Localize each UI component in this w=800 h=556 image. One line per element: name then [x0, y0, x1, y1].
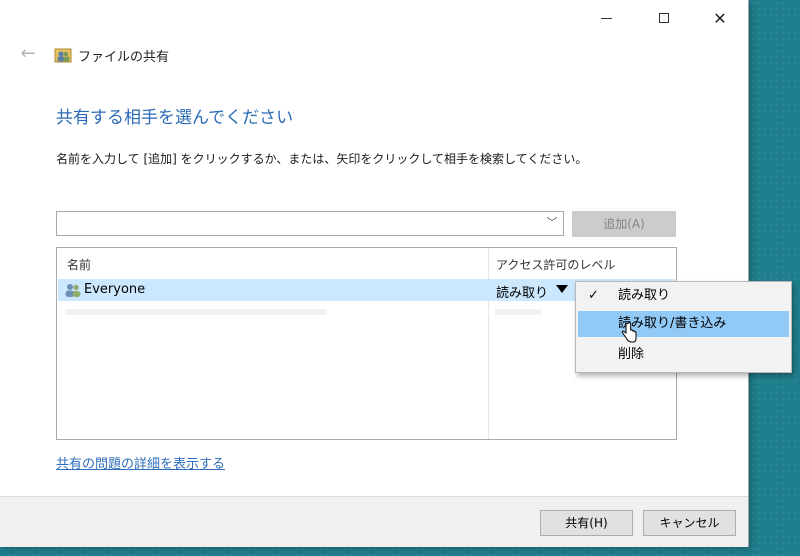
dropdown-arrow-icon[interactable]: [556, 285, 568, 293]
dialog-footer: 共有(H) キャンセル: [0, 496, 748, 547]
add-button[interactable]: 追加(A): [572, 211, 676, 237]
close-button[interactable]: ✕: [703, 6, 737, 30]
menu-item-read[interactable]: ✓ 読み取り: [578, 283, 789, 309]
menu-item-label: 読み取り: [618, 288, 671, 303]
row-access-level[interactable]: 読み取り: [496, 282, 548, 301]
hand-cursor-icon: [621, 322, 637, 343]
share-button[interactable]: 共有(H): [540, 510, 633, 536]
row-name: Everyone: [84, 282, 146, 297]
column-divider: [488, 248, 489, 439]
permission-level-menu: ✓ 読み取り 読み取り/書き込み 削除: [575, 281, 792, 373]
menu-item-read-write[interactable]: 読み取り/書き込み: [578, 311, 789, 337]
back-arrow-icon: ←: [20, 43, 36, 64]
close-icon: ✕: [713, 8, 727, 28]
maximize-icon: [659, 13, 669, 23]
faded-row-ghost: [495, 309, 541, 315]
back-button[interactable]: ←: [16, 42, 40, 66]
minimize-button[interactable]: [589, 6, 623, 30]
minimize-icon: [600, 17, 612, 19]
checkmark-icon: ✓: [588, 288, 599, 303]
column-header-name[interactable]: 名前: [67, 256, 91, 273]
window-title: ファイルの共有: [78, 50, 170, 65]
menu-item-remove[interactable]: 削除: [578, 342, 789, 368]
chevron-down-icon[interactable]: ﹀: [545, 215, 559, 231]
cancel-button[interactable]: キャンセル: [643, 510, 736, 536]
menu-item-label: 削除: [618, 347, 645, 362]
page-heading: 共有する相手を選んでください: [56, 108, 294, 128]
maximize-button[interactable]: [647, 6, 681, 30]
faded-row-ghost: [65, 309, 327, 315]
name-combobox[interactable]: ﹀: [56, 211, 564, 236]
instruction-text: 名前を入力して [追加] をクリックするか、または、矢印をクリックして相手を検索…: [56, 152, 588, 166]
sharing-problems-link[interactable]: 共有の問題の詳細を表示する: [56, 453, 225, 472]
users-group-icon: [65, 284, 81, 297]
column-header-access-level[interactable]: アクセス許可のレベル: [496, 256, 615, 273]
file-sharing-window: ✕ ← ファイルの共有 共有する相手を選んでください 名前を入力して [追加] …: [0, 0, 749, 547]
sharing-users-icon: [54, 48, 72, 63]
